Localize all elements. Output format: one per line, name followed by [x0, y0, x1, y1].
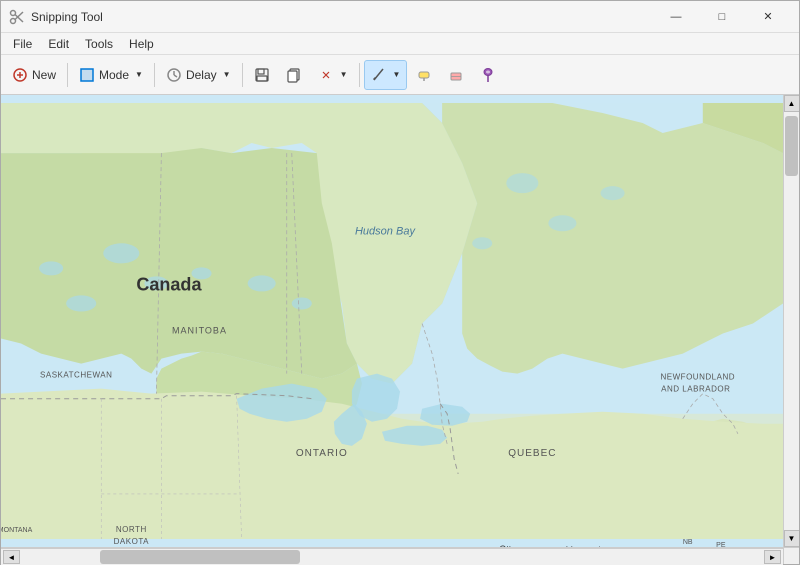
svg-text:MONTANA: MONTANA: [1, 527, 33, 534]
app-icon: [9, 9, 25, 25]
mode-label: Mode: [99, 68, 129, 82]
menu-file[interactable]: File: [5, 33, 40, 55]
highlighter-button[interactable]: [409, 60, 439, 90]
mode-icon: [79, 67, 95, 83]
minimize-button[interactable]: —: [653, 1, 699, 33]
pin-button[interactable]: [473, 60, 503, 90]
mode-button[interactable]: Mode ▼: [72, 60, 150, 90]
svg-text:NEWFOUNDLAND: NEWFOUNDLAND: [660, 373, 735, 382]
delay-label: Delay: [186, 68, 217, 82]
eraser-button[interactable]: [441, 60, 471, 90]
pen-icon: [371, 67, 387, 83]
separator-3: [242, 63, 243, 87]
pen-dropdown-arrow: ▼: [393, 70, 401, 79]
scroll-up-button[interactable]: ▲: [784, 95, 800, 112]
svg-text:Montreal: Montreal: [565, 545, 600, 547]
pin-icon: [480, 67, 496, 83]
svg-text:MANITOBA: MANITOBA: [172, 326, 227, 336]
maximize-button[interactable]: □: [699, 1, 745, 33]
svg-text:QUEBEC: QUEBEC: [508, 448, 556, 459]
scroll-thumb-vertical[interactable]: [785, 116, 798, 176]
mode-dropdown-arrow: ▼: [135, 70, 143, 79]
erase-icon: [318, 67, 334, 83]
copy-button[interactable]: [279, 60, 309, 90]
svg-text:DAKOTA: DAKOTA: [114, 537, 150, 546]
svg-text:Canada: Canada: [136, 274, 202, 294]
svg-text:AND LABRADOR: AND LABRADOR: [661, 385, 730, 394]
scroll-left-button[interactable]: ◄: [3, 550, 20, 564]
eraser-icon: [448, 67, 464, 83]
save-icon: [254, 67, 270, 83]
separator-4: [359, 63, 360, 87]
svg-text:Ottawa: Ottawa: [499, 544, 529, 547]
svg-text:SASKATCHEWAN: SASKATCHEWAN: [40, 371, 112, 380]
scroll-track-horizontal[interactable]: [20, 549, 764, 565]
delay-icon: [166, 67, 182, 83]
scroll-track-vertical[interactable]: [784, 112, 799, 530]
scroll-thumb-horizontal[interactable]: [100, 550, 300, 564]
delay-button[interactable]: Delay ▼: [159, 60, 238, 90]
toolbar: New Mode ▼ Delay: [1, 55, 799, 95]
svg-text:Hudson Bay: Hudson Bay: [355, 225, 417, 237]
separator-1: [67, 63, 68, 87]
erase-button[interactable]: ▼: [311, 60, 355, 90]
svg-text:NB: NB: [683, 539, 693, 546]
bottom-bar: ◄ ►: [1, 547, 799, 564]
highlighter-icon: [416, 67, 432, 83]
new-icon: [12, 67, 28, 83]
save-button[interactable]: [247, 60, 277, 90]
menu-edit[interactable]: Edit: [40, 33, 77, 55]
map-svg: Hudson Bay Canada MANITOBA SASKATCHEWAN …: [1, 95, 783, 547]
window-controls: — □ ✕: [653, 1, 791, 33]
separator-2: [154, 63, 155, 87]
new-button[interactable]: New: [5, 60, 63, 90]
copy-icon: [286, 67, 302, 83]
snipping-tool-window: Snipping Tool — □ ✕ File Edit Tools Help…: [0, 0, 800, 565]
delay-dropdown-arrow: ▼: [223, 70, 231, 79]
menu-tools[interactable]: Tools: [77, 33, 121, 55]
menu-bar: File Edit Tools Help: [1, 33, 799, 55]
new-label: New: [32, 68, 56, 82]
scrollbar-horizontal[interactable]: ◄ ►: [1, 548, 783, 565]
title-bar: Snipping Tool — □ ✕: [1, 1, 799, 33]
scroll-down-button[interactable]: ▼: [784, 530, 800, 547]
svg-text:PE: PE: [716, 542, 726, 547]
map-container[interactable]: Hudson Bay Canada MANITOBA SASKATCHEWAN …: [1, 95, 783, 547]
svg-text:ONTARIO: ONTARIO: [296, 448, 348, 459]
scrollbar-vertical[interactable]: ▲ ▼: [783, 95, 799, 547]
content-area: Hudson Bay Canada MANITOBA SASKATCHEWAN …: [1, 95, 799, 547]
erase-dropdown-arrow: ▼: [340, 70, 348, 79]
scroll-right-button[interactable]: ►: [764, 550, 781, 564]
close-button[interactable]: ✕: [745, 1, 791, 33]
window-title: Snipping Tool: [31, 10, 653, 24]
pen-button[interactable]: ▼: [364, 60, 408, 90]
scroll-corner: [783, 548, 799, 564]
menu-help[interactable]: Help: [121, 33, 162, 55]
svg-text:NORTH: NORTH: [116, 525, 147, 534]
